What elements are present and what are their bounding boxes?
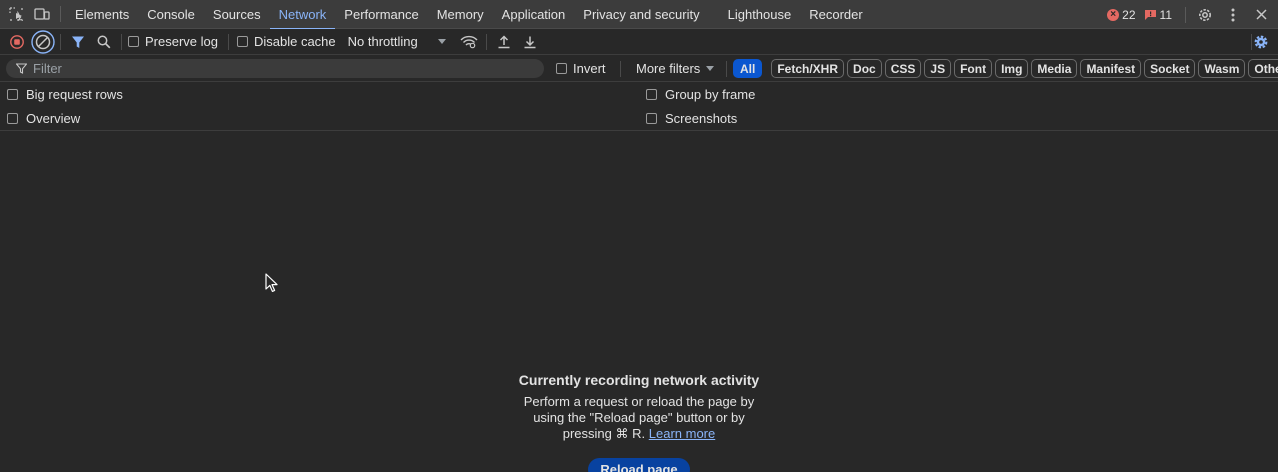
invert-checkbox[interactable]: Invert [556,55,606,82]
group-by-frame-label: Group by frame [665,86,756,102]
disable-cache-label: Disable cache [253,34,336,49]
issue-count: 11 [1159,7,1172,22]
issue-count-badge[interactable]: 11 [1144,8,1172,22]
preserve-log-checkbox[interactable]: Preserve log [128,34,218,49]
empty-state-title: Currently recording network activity [518,372,760,388]
search-button[interactable] [91,29,117,55]
filter-icon [16,63,27,74]
upload-icon [498,34,510,48]
network-toolbar: Preserve log Disable cache No throttling [0,29,1278,55]
error-icon: × [1107,8,1120,21]
learn-more-link[interactable]: Learn more [649,426,715,441]
throttling-select[interactable]: No throttling [348,34,446,49]
reload-page-button[interactable]: Reload page [588,458,690,472]
chip-wasm[interactable]: Wasm [1198,59,1246,78]
issue-flag-icon [1144,9,1156,20]
resource-type-chips: All Fetch/XHR Doc CSS JS Font Img Media … [733,59,1278,78]
wifi-settings-icon [460,35,478,48]
chip-doc[interactable]: Doc [847,59,882,78]
chip-fetch-xhr[interactable]: Fetch/XHR [771,59,845,78]
screenshots-box[interactable] [646,112,657,124]
gear-icon [1254,35,1268,49]
tab-application[interactable]: Application [493,0,575,29]
invert-label: Invert [573,61,606,76]
mouse-cursor-icon [265,273,278,292]
toolbar-separator [121,33,122,50]
overview-box[interactable] [7,112,18,124]
stop-recording-button[interactable] [4,29,30,55]
device-toolbar-icon[interactable] [29,0,55,29]
big-request-rows-label: Big request rows [26,86,123,102]
right-separator [1185,6,1186,23]
group-by-frame-checkbox[interactable]: Group by frame [646,82,755,106]
empty-state: Currently recording network activity Per… [439,372,839,472]
network-conditions-button[interactable] [456,29,482,55]
big-request-rows-checkbox[interactable]: Big request rows [7,82,123,106]
chip-js[interactable]: JS [924,59,952,78]
clear-button[interactable] [30,29,56,55]
close-devtools-icon[interactable] [1247,0,1275,29]
throttling-value: No throttling [347,34,418,49]
toolbar-separator [227,33,229,50]
inspect-element-icon[interactable] [3,0,29,29]
preserve-log-box[interactable] [128,36,139,47]
chip-font[interactable]: Font [954,59,993,78]
network-settings-button[interactable] [1248,29,1274,55]
export-har-button[interactable] [517,29,543,55]
overview-label: Overview [26,110,81,126]
error-count: 22 [1122,7,1136,22]
clear-icon [31,29,55,54]
tab-performance[interactable]: Performance [335,0,427,29]
disable-cache-checkbox[interactable]: Disable cache [236,34,336,49]
filter-separator [726,61,727,77]
screenshots-checkbox[interactable]: Screenshots [646,106,737,130]
disable-cache-box[interactable] [236,36,248,47]
empty-state-message: Perform a request or reload the page by … [523,394,755,441]
tab-separator [60,6,61,22]
devtools-tabbar: Elements Console Sources Network Perform… [0,0,1278,30]
preserve-log-label: Preserve log [145,34,218,49]
import-har-button[interactable] [491,29,517,55]
search-icon [97,35,111,48]
filter-funnel-icon [72,36,84,48]
chip-media[interactable]: Media [1031,59,1078,78]
more-filters-label: More filters [636,61,701,76]
download-icon [524,36,536,48]
tab-lighthouse[interactable]: Lighthouse [719,0,801,29]
more-filters-dropdown[interactable]: More filters [636,55,715,82]
filter-bar: Invert More filters All Fetch/XHR Doc CS… [0,55,1278,82]
record-icon [10,34,24,49]
chevron-down-icon [706,66,715,71]
tab-memory[interactable]: Memory [428,0,493,29]
network-settings-pane: Big request rows Overview Group by frame… [0,82,1278,131]
filter-toggle-button[interactable] [65,29,91,55]
toolbar-separator [485,33,487,50]
settings-gear-icon[interactable] [1191,0,1219,29]
tab-console[interactable]: Console [138,0,204,29]
filter-field[interactable] [6,59,544,78]
tab-network[interactable]: Network [269,0,336,30]
chip-other[interactable]: Other [1248,59,1278,78]
tab-recorder[interactable]: Recorder [800,0,871,29]
tab-sources[interactable]: Sources [204,0,270,29]
filter-input[interactable] [33,61,513,76]
tab-elements[interactable]: Elements [66,0,138,29]
screenshots-label: Screenshots [665,110,738,126]
toolbar-separator [60,33,61,50]
chip-socket[interactable]: Socket [1144,59,1196,78]
big-request-rows-box[interactable] [7,88,18,100]
more-options-icon[interactable] [1219,0,1247,29]
chip-manifest[interactable]: Manifest [1080,59,1142,78]
chip-all[interactable]: All [733,59,763,78]
chip-css[interactable]: CSS [884,59,922,78]
tab-privacy-and-security[interactable]: Privacy and security [574,0,708,29]
overview-checkbox[interactable]: Overview [7,106,80,130]
empty-state-body: Perform a request or reload the page by … [519,394,759,442]
error-count-badge[interactable]: × 22 [1107,7,1136,22]
chip-img[interactable]: Img [995,59,1029,78]
invert-box[interactable] [556,63,567,74]
chevron-down-icon [437,39,446,44]
filter-separator [620,61,621,77]
group-by-frame-box[interactable] [646,88,657,100]
